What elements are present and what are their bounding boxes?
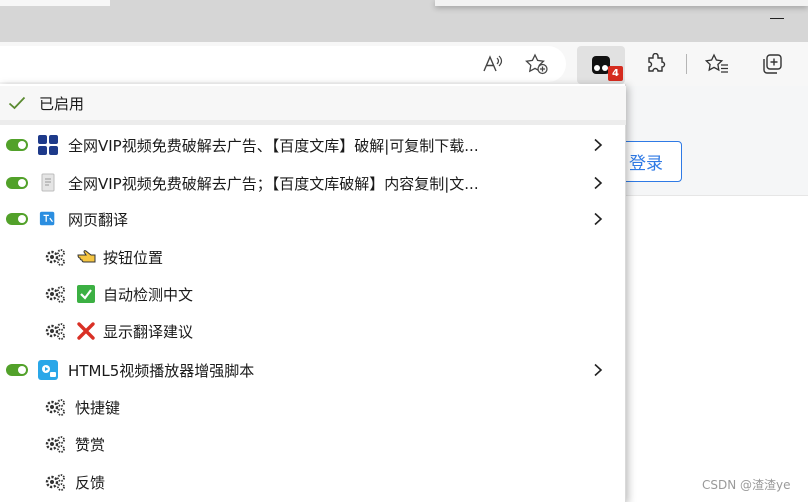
script-label: 全网VIP视频免费破解去广告、【百度文库】破解|可复制下载... <box>68 136 479 155</box>
script-item-vip-video-2[interactable]: 全网VIP视频免费破解去广告；【百度文库破解】内容复制|文... <box>0 165 626 201</box>
window-overlay <box>435 0 808 6</box>
script-item-html5-video[interactable]: HTML5视频播放器增强脚本 <box>0 352 626 388</box>
command-donate[interactable]: 赞赏 <box>0 426 626 462</box>
command-label: 快捷键 <box>75 398 121 417</box>
check-icon <box>8 96 26 110</box>
menu-divider <box>0 120 626 125</box>
cross-mark-icon <box>77 322 95 340</box>
script-toggle[interactable] <box>6 139 28 151</box>
gears-icon <box>45 286 65 303</box>
command-label: 赞赏 <box>75 435 106 454</box>
active-tab[interactable] <box>0 0 110 6</box>
extensions-icon[interactable] <box>639 47 673 81</box>
chevron-right-icon <box>594 176 603 190</box>
command-label: 反馈 <box>75 473 106 492</box>
chevron-right-icon <box>594 212 603 226</box>
read-aloud-icon[interactable] <box>476 47 510 81</box>
chevron-right-icon <box>594 363 603 377</box>
toolbar-divider <box>686 54 687 74</box>
csdn-watermark: CSDN @渣渣ye <box>702 478 791 492</box>
command-auto-detect-chinese[interactable]: 自动检测中文 <box>0 276 626 312</box>
command-feedback[interactable]: 反馈 <box>0 464 626 500</box>
script-toggle[interactable] <box>6 177 28 189</box>
command-show-translate-suggestion[interactable]: 显示翻译建议 <box>0 313 626 349</box>
command-label: 显示翻译建议 <box>103 322 194 341</box>
script-toggle[interactable] <box>6 364 28 376</box>
add-favorite-icon[interactable] <box>520 47 554 81</box>
minimize-button[interactable] <box>770 18 784 19</box>
command-label: 按钮位置 <box>103 248 164 267</box>
script-item-web-translate[interactable]: 网页翻译 <box>0 201 626 237</box>
script-toggle[interactable] <box>6 213 28 225</box>
command-shortcuts[interactable]: 快捷键 <box>0 389 626 425</box>
script-label: HTML5视频播放器增强脚本 <box>68 361 255 380</box>
title-bar <box>0 0 808 42</box>
translate-icon <box>39 211 55 226</box>
chevron-right-icon <box>594 138 603 152</box>
page-divider <box>626 195 808 196</box>
collections-icon[interactable] <box>755 47 789 81</box>
extension-badge: 4 <box>608 66 623 81</box>
enabled-header[interactable]: 已启用 <box>0 86 626 120</box>
pointing-hand-icon <box>77 250 96 263</box>
script-label: 全网VIP视频免费破解去广告；【百度文库破解】内容复制|文... <box>68 174 479 193</box>
gears-icon <box>45 474 65 491</box>
gears-icon <box>45 436 65 453</box>
tampermonkey-extension-button[interactable]: 4 <box>577 46 625 84</box>
check-box-icon <box>77 285 95 303</box>
script-label: 网页翻译 <box>68 210 129 229</box>
tampermonkey-popup: 已启用 全网VIP视频免费破解去广告、【百度文库】破解|可复制下载... 全网V… <box>0 84 626 502</box>
favorites-icon[interactable] <box>700 47 734 81</box>
video-player-icon <box>38 360 58 380</box>
document-icon <box>41 173 55 192</box>
gears-icon <box>45 323 65 340</box>
command-label: 自动检测中文 <box>103 285 194 304</box>
gears-icon <box>45 399 65 416</box>
script-item-vip-video-1[interactable]: 全网VIP视频免费破解去广告、【百度文库】破解|可复制下载... <box>0 127 626 163</box>
four-squares-icon <box>38 135 58 155</box>
gears-icon <box>45 249 65 266</box>
enabled-label: 已启用 <box>39 94 85 113</box>
command-button-position[interactable]: 按钮位置 <box>0 239 626 275</box>
